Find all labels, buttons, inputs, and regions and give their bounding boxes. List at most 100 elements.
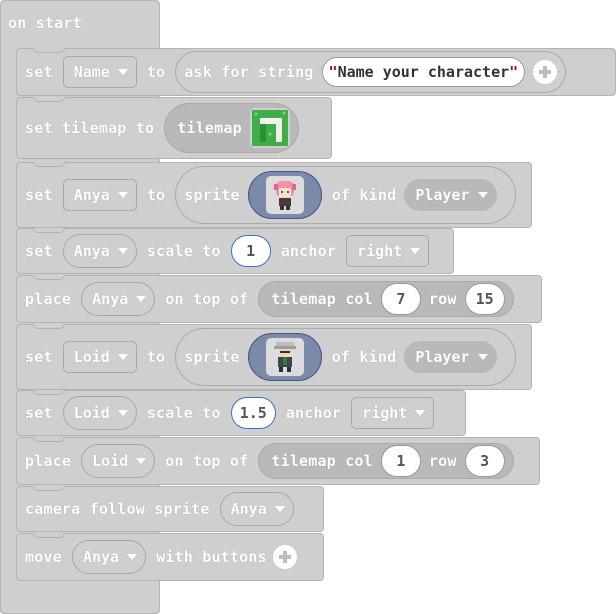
anchor-dropdown[interactable]: right — [346, 235, 430, 267]
loid-sprite-thumbnail — [273, 342, 296, 372]
tilemap-reporter-label: tilemap — [177, 119, 242, 137]
variable-dropdown-anya[interactable]: Anya — [81, 282, 156, 316]
chevron-down-icon — [117, 192, 128, 198]
sprite-reporter[interactable]: sprite of kind Player — [175, 328, 516, 386]
set-tilemap-label: set tilemap to — [25, 119, 155, 137]
tilemap-col-row-reporter[interactable]: tilemap col 1 row 3 — [258, 443, 514, 479]
variable-name: Name — [73, 63, 110, 81]
scale-to-label: scale to — [146, 404, 221, 422]
set-keyword: set — [25, 348, 53, 366]
set-keyword: set — [25, 404, 53, 422]
set-tilemap-block[interactable]: set tilemap to tilemap — [16, 97, 332, 159]
col-input[interactable]: 7 — [380, 283, 421, 315]
variable-name: Anya — [82, 548, 120, 566]
with-buttons-label: with buttons — [156, 548, 267, 566]
chevron-down-icon — [117, 69, 128, 75]
plus-circle-icon[interactable] — [272, 545, 297, 569]
variable-dropdown-anya[interactable]: Anya — [62, 234, 137, 268]
chevron-down-icon — [117, 354, 128, 360]
variable-dropdown-loid[interactable]: Loid — [62, 396, 137, 430]
row-input[interactable]: 3 — [464, 445, 505, 477]
anchor-label: anchor — [280, 242, 337, 260]
ask-for-string-reporter[interactable]: ask for string " Name your character " — [175, 51, 567, 93]
variable-name: Loid — [92, 452, 129, 470]
anchor-value: right — [357, 242, 403, 260]
row-input[interactable]: 15 — [464, 283, 505, 315]
set-anya-sprite-block[interactable]: set Anya to sprite of kind Player — [16, 162, 532, 228]
ask-for-string-label: ask for string — [184, 63, 314, 81]
chevron-down-icon — [127, 554, 138, 560]
plus-circle-icon[interactable] — [533, 60, 558, 84]
place-anya-block[interactable]: place Anya on top of tilemap col 7 row 1… — [16, 275, 542, 323]
kind-value: Player — [415, 348, 470, 366]
scale-input[interactable]: 1.5 — [230, 397, 276, 429]
place-loid-block[interactable]: place Loid on top of tilemap col 1 row 3 — [16, 437, 540, 485]
camera-follow-label: camera follow sprite — [25, 500, 210, 518]
place-keyword: place — [25, 290, 72, 308]
col-input[interactable]: 1 — [380, 445, 421, 477]
prompt-string-input[interactable]: " Name your character " — [321, 57, 526, 87]
camera-follow-block[interactable]: camera follow sprite Anya — [16, 486, 324, 532]
variable-name: Anya — [73, 242, 110, 260]
anya-sprite-picker[interactable] — [247, 171, 322, 219]
sprite-reporter[interactable]: sprite of kind Player — [175, 166, 516, 224]
chevron-down-icon — [477, 354, 488, 360]
variable-name: Anya — [230, 500, 267, 518]
chevron-down-icon — [117, 248, 128, 254]
variable-dropdown-loid[interactable]: Loid — [81, 444, 156, 478]
kind-dropdown[interactable]: Player — [404, 179, 497, 211]
set-keyword: set — [25, 242, 53, 260]
place-keyword: place — [25, 452, 72, 470]
variable-name: Loid — [73, 404, 110, 422]
anya-sprite-thumbnail — [273, 181, 296, 210]
variable-dropdown-loid[interactable]: Loid — [62, 341, 137, 373]
kind-value: Player — [415, 186, 470, 204]
on-top-of-label: on top of — [165, 290, 249, 308]
row-label: row — [428, 290, 457, 308]
scale-to-label: scale to — [146, 242, 221, 260]
loid-scale-block[interactable]: set Loid scale to 1.5 anchor right — [16, 390, 466, 436]
tilemap-col-label: tilemap col — [271, 290, 373, 308]
chevron-down-icon — [410, 248, 421, 254]
kind-dropdown[interactable]: Player — [404, 341, 497, 373]
of-kind-label: of kind — [331, 186, 397, 204]
chevron-down-icon — [117, 410, 128, 416]
move-with-buttons-block[interactable]: move Anya with buttons — [16, 533, 324, 581]
set-loid-sprite-block[interactable]: set Loid to sprite of kind Player — [16, 324, 532, 390]
sprite-label: sprite — [184, 348, 240, 366]
variable-dropdown-anya[interactable]: Anya — [71, 540, 147, 574]
variable-name: Loid — [73, 348, 110, 366]
tilemap-col-row-reporter[interactable]: tilemap col 7 row 15 — [258, 281, 514, 317]
scale-input[interactable]: 1 — [230, 235, 271, 267]
anya-scale-block[interactable]: set Anya scale to 1 anchor right — [16, 228, 454, 274]
variable-dropdown-anya[interactable]: Anya — [219, 492, 294, 526]
variable-dropdown-anya[interactable]: Anya — [62, 179, 137, 211]
to-keyword: to — [146, 63, 166, 81]
to-keyword: to — [146, 348, 166, 366]
chevron-down-icon — [274, 506, 285, 512]
variable-dropdown-name[interactable]: Name — [62, 56, 137, 88]
loid-sprite-picker[interactable] — [247, 333, 322, 381]
sprite-label: sprite — [184, 186, 240, 204]
to-keyword: to — [146, 186, 166, 204]
set-keyword: set — [25, 186, 53, 204]
prompt-string-value: Name your character — [337, 63, 510, 81]
chevron-down-icon — [477, 192, 488, 198]
tilemap-thumbnail-image — [251, 110, 288, 146]
variable-name: Anya — [92, 290, 129, 308]
chevron-down-icon — [136, 458, 147, 464]
anchor-value: right — [362, 404, 408, 422]
anchor-label: anchor — [285, 404, 342, 422]
tilemap-reporter[interactable]: tilemap — [164, 103, 299, 153]
chevron-down-icon — [136, 296, 147, 302]
tilemap-thumbnail[interactable] — [249, 108, 290, 148]
chevron-down-icon — [415, 410, 426, 416]
on-top-of-label: on top of — [165, 452, 249, 470]
of-kind-label: of kind — [331, 348, 397, 366]
on-start-label: on start — [8, 14, 82, 32]
move-keyword: move — [25, 548, 62, 566]
variable-name: Anya — [73, 186, 110, 204]
set-keyword: set — [25, 63, 53, 81]
set-name-block[interactable]: set Name to ask for string " Name your ch… — [16, 48, 616, 96]
anchor-dropdown[interactable]: right — [351, 397, 435, 429]
